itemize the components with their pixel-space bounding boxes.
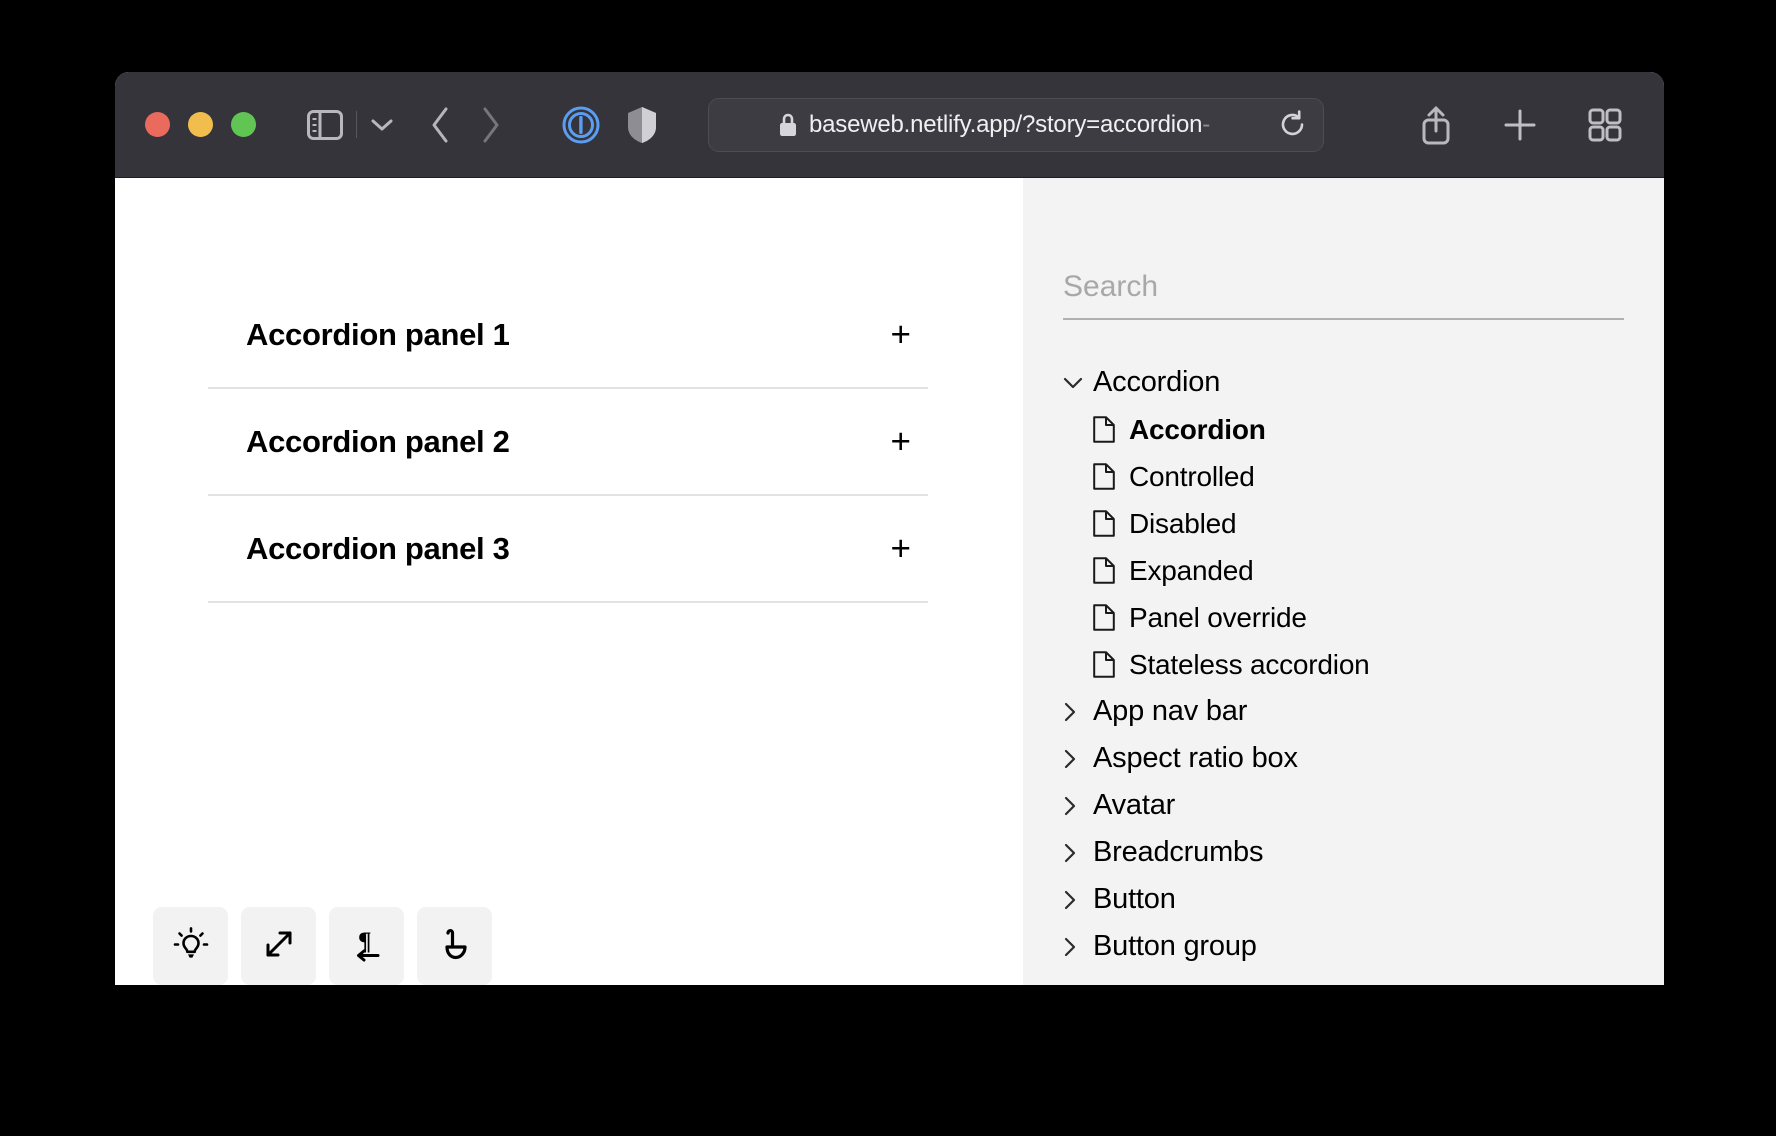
chevron-right-icon <box>1063 749 1093 769</box>
search-input[interactable] <box>1063 270 1624 320</box>
tree-group-avatar[interactable]: Avatar <box>1063 782 1624 829</box>
tree-story-label: Panel override <box>1129 602 1307 634</box>
expand-arrows-icon <box>260 925 298 968</box>
tree-group-label: Breadcrumbs <box>1093 836 1263 869</box>
fullscreen-button[interactable] <box>241 907 316 985</box>
document-icon <box>1093 557 1129 584</box>
chevron-down-icon <box>1063 376 1093 390</box>
chevron-left-icon[interactable] <box>429 106 451 144</box>
accordion-title: Accordion panel 2 <box>246 424 510 460</box>
tree-group-aspect-ratio-box[interactable]: Aspect ratio box <box>1063 735 1624 782</box>
tree-group-button[interactable]: Button <box>1063 876 1624 923</box>
window-controls <box>145 112 256 137</box>
tree-story-label: Expanded <box>1129 555 1254 587</box>
chevron-right-icon <box>1063 702 1093 722</box>
tree-story-controlled[interactable]: Controlled <box>1063 453 1624 500</box>
chevron-right-icon[interactable] <box>480 106 502 144</box>
tree-story-panel-override[interactable]: Panel override <box>1063 594 1624 641</box>
chevron-down-icon[interactable] <box>370 117 394 133</box>
1password-icon[interactable] <box>562 106 600 144</box>
baseweb-duck-icon <box>436 925 474 968</box>
accordion-title: Accordion panel 1 <box>246 317 510 353</box>
page-body: Accordion panel 1 + Accordion panel 2 + … <box>115 178 1664 985</box>
chevron-right-icon <box>1063 890 1093 910</box>
document-icon <box>1093 510 1129 537</box>
tree-story-disabled[interactable]: Disabled <box>1063 500 1624 547</box>
browser-titlebar: baseweb.netlify.app/?story=accordion- <box>115 72 1664 178</box>
address-bar-text: baseweb.netlify.app/?story=accordion- <box>809 111 1210 139</box>
tree-story-label: Controlled <box>1129 461 1255 493</box>
tab-overview-icon[interactable] <box>1588 108 1622 142</box>
tree-story-label: Stateless accordion <box>1129 649 1370 681</box>
expand-icon[interactable]: + <box>891 531 923 566</box>
navigation-buttons <box>429 106 502 144</box>
tree-group-label: Aspect ratio box <box>1093 742 1298 775</box>
accordion-item: Accordion panel 3 + <box>208 496 928 603</box>
new-tab-icon[interactable] <box>1502 107 1538 143</box>
expand-icon[interactable]: + <box>891 424 923 459</box>
chevron-right-icon <box>1063 843 1093 863</box>
browser-tools <box>1420 105 1622 145</box>
tree-story-label: Accordion <box>1129 414 1266 446</box>
document-icon <box>1093 463 1129 490</box>
reload-icon[interactable] <box>1279 110 1307 140</box>
accordion-header-1[interactable]: Accordion panel 1 + <box>208 282 928 387</box>
tree-group-accordion[interactable]: Accordion <box>1063 359 1624 406</box>
accordion-header-2[interactable]: Accordion panel 2 + <box>208 389 928 494</box>
tree-group-label: Button <box>1093 883 1176 916</box>
search-container <box>1063 178 1624 320</box>
sidebar-toggle-group <box>307 110 394 140</box>
document-icon <box>1093 604 1129 631</box>
accordion-title: Accordion panel 3 <box>246 531 510 567</box>
theme-toggle-button[interactable] <box>153 907 228 985</box>
lock-icon <box>778 112 798 138</box>
tree-story-expanded[interactable]: Expanded <box>1063 547 1624 594</box>
accordion-item: Accordion panel 1 + <box>208 282 928 389</box>
tree-group-label: App nav bar <box>1093 695 1247 728</box>
divider <box>208 601 928 603</box>
tree-group-label: Accordion <box>1093 366 1220 399</box>
shield-icon[interactable] <box>627 106 657 144</box>
maximize-window-button[interactable] <box>231 112 256 137</box>
extension-icons <box>562 106 657 144</box>
tree-story-stateless-accordion[interactable]: Stateless accordion <box>1063 641 1624 688</box>
document-icon <box>1093 651 1129 678</box>
browser-window: baseweb.netlify.app/?story=accordion- <box>115 72 1664 985</box>
chevron-right-icon <box>1063 796 1093 816</box>
paragraph-direction-icon: ¶ <box>348 925 386 968</box>
canvas-toolbar: ¶ <box>153 907 492 985</box>
minimize-window-button[interactable] <box>188 112 213 137</box>
tree-story-accordion[interactable]: Accordion <box>1063 406 1624 453</box>
toolbar-separator <box>356 111 357 138</box>
chevron-right-icon <box>1063 937 1093 957</box>
tree-group-button-group[interactable]: Button group <box>1063 923 1624 970</box>
tree-group-app-nav-bar[interactable]: App nav bar <box>1063 688 1624 735</box>
accordion-header-3[interactable]: Accordion panel 3 + <box>208 496 928 601</box>
tree-group-label: Avatar <box>1093 789 1175 822</box>
address-bar[interactable]: baseweb.netlify.app/?story=accordion- <box>708 98 1324 152</box>
baseweb-logo-button[interactable] <box>417 907 492 985</box>
tree-group-label: Button group <box>1093 930 1257 963</box>
lightbulb-icon <box>172 925 210 968</box>
accordion: Accordion panel 1 + Accordion panel 2 + … <box>208 282 928 603</box>
document-icon <box>1093 416 1129 443</box>
story-sidebar: Accordion Accordion <box>1023 178 1664 985</box>
tree-story-label: Disabled <box>1129 508 1236 540</box>
expand-icon[interactable]: + <box>891 317 923 352</box>
share-icon[interactable] <box>1420 105 1452 145</box>
tree-group-breadcrumbs[interactable]: Breadcrumbs <box>1063 829 1624 876</box>
close-window-button[interactable] <box>145 112 170 137</box>
sidebar-toggle-icon[interactable] <box>307 110 343 140</box>
story-tree: Accordion Accordion <box>1063 359 1624 970</box>
story-canvas: Accordion panel 1 + Accordion panel 2 + … <box>115 178 1023 985</box>
text-direction-button[interactable]: ¶ <box>329 907 404 985</box>
accordion-item: Accordion panel 2 + <box>208 389 928 496</box>
